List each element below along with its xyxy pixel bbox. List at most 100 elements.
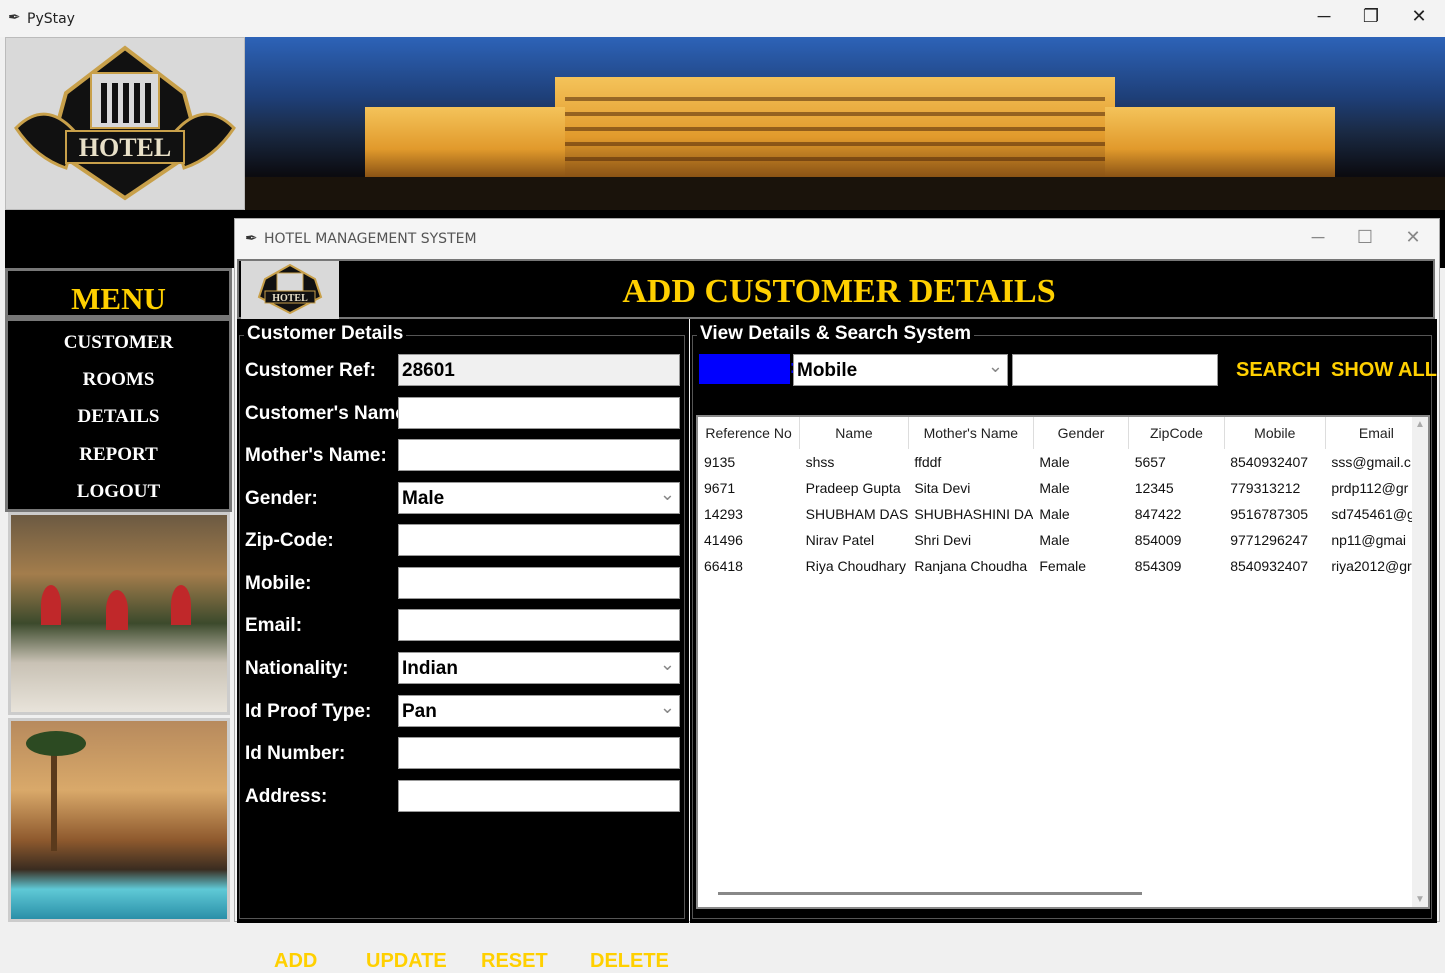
search-button[interactable]: SEARCH xyxy=(1236,359,1320,382)
delete-button[interactable]: DELETE xyxy=(590,950,669,973)
menu-rooms-button[interactable]: ROOMS xyxy=(8,369,229,391)
table-row[interactable]: 14293 SHUBHAM DAS SHUBHASHINI DA Male 84… xyxy=(698,501,1428,527)
table-cell: 779313212 xyxy=(1230,480,1301,496)
table-cell: 5657 xyxy=(1134,454,1166,470)
table-row[interactable]: 9135 shss ffddf Male 5657 8540932407 sss… xyxy=(698,449,1428,475)
child-titlebar: ✒ HOTEL MANAGEMENT SYSTEM ─ ☐ ✕ xyxy=(235,219,1439,259)
child-maximize-button[interactable]: ☐ xyxy=(1350,227,1380,248)
table-row[interactable]: 9671 Pradeep Gupta Sita Devi Male 12345 … xyxy=(698,475,1428,501)
table-cell: 14293 xyxy=(704,506,743,522)
address-field[interactable] xyxy=(398,780,680,812)
mother-name-field[interactable] xyxy=(398,439,680,471)
id-proof-type-combobox[interactable]: Pan xyxy=(398,695,680,727)
menu-report-button[interactable]: REPORT xyxy=(8,444,229,466)
table-cell: 66418 xyxy=(704,558,743,574)
view-details-frame: View Details & Search System SearchBy: M… xyxy=(690,319,1437,923)
child-close-button[interactable]: ✕ xyxy=(1398,227,1428,248)
mother-name-label: Mother's Name: xyxy=(245,445,387,466)
menu-heading-text: MENU xyxy=(71,281,166,316)
email-label: Email: xyxy=(245,615,303,636)
table-cell: 8540932407 xyxy=(1230,558,1309,574)
menu-heading: MENU xyxy=(5,268,232,318)
table-cell: Shri Devi xyxy=(914,532,972,548)
menu-logout-button[interactable]: LOGOUT xyxy=(8,481,229,503)
resort-pool-image xyxy=(8,718,230,922)
customer-ref-field[interactable]: 28601 xyxy=(398,354,680,386)
hotel-banner-image xyxy=(245,37,1445,210)
column-header[interactable]: Mother's Name xyxy=(908,417,1034,449)
column-header[interactable]: ZipCode xyxy=(1128,417,1225,449)
table-cell: Pradeep Gupta xyxy=(805,480,901,496)
table-cell: Male xyxy=(1039,454,1070,470)
column-header[interactable]: Gender xyxy=(1033,417,1130,449)
maximize-button[interactable]: ❐ xyxy=(1356,6,1386,27)
hotel-management-window: ✒ HOTEL MANAGEMENT SYSTEM ─ ☐ ✕ HOTEL AD… xyxy=(234,218,1440,972)
header-bar: HOTEL ADD CUSTOMER DETAILS xyxy=(237,259,1435,319)
scroll-up-icon[interactable]: ▲ xyxy=(1415,419,1425,430)
reset-button[interactable]: RESET xyxy=(481,950,548,973)
restaurant-image xyxy=(8,512,230,715)
child-minimize-button[interactable]: ─ xyxy=(1303,227,1333,248)
customer-ref-label: Customer Ref: xyxy=(245,360,376,381)
table-cell: Male xyxy=(1039,480,1070,496)
zip-code-field[interactable] xyxy=(398,524,680,556)
table-cell: shss xyxy=(805,454,835,470)
menu-details-button[interactable]: DETAILS xyxy=(8,406,229,428)
mobile-label: Mobile: xyxy=(245,573,312,594)
table-row[interactable]: 66418 Riya Choudhary Ranjana Choudha Fem… xyxy=(698,553,1428,579)
table-cell: 12345 xyxy=(1134,480,1174,496)
customer-table[interactable]: Reference No Name Mother's Name Gender Z… xyxy=(696,415,1430,909)
email-field[interactable] xyxy=(398,609,680,641)
customer-name-field[interactable] xyxy=(398,397,680,429)
gender-label: Gender: xyxy=(245,488,318,509)
table-row[interactable]: 41496 Nirav Patel Shri Devi Male 854009 … xyxy=(698,527,1428,553)
search-by-combobox[interactable]: Mobile xyxy=(793,354,1008,386)
customer-details-frame: Customer Details Customer Ref: 28601 Cus… xyxy=(237,319,689,972)
nationality-combobox[interactable]: Indian xyxy=(398,652,680,684)
table-cell: 8540932407 xyxy=(1230,454,1309,470)
menu-customer-button[interactable]: CUSTOMER xyxy=(8,332,229,354)
table-cell: Riya Choudhary xyxy=(805,558,907,574)
id-proof-type-label: Id Proof Type: xyxy=(245,701,372,722)
scroll-down-icon[interactable]: ▼ xyxy=(1415,894,1425,905)
app-titlebar: ✒ PyStay ─ ❐ ✕ xyxy=(0,0,1445,37)
table-cell: Sita Devi xyxy=(914,480,971,496)
update-button[interactable]: UPDATE xyxy=(366,950,447,973)
table-cell: 854009 xyxy=(1134,532,1182,548)
customer-details-legend: Customer Details xyxy=(244,323,407,345)
table-cell: 9771296247 xyxy=(1230,532,1309,548)
page-title: ADD CUSTOMER DETAILS xyxy=(622,273,1056,310)
child-window-title: HOTEL MANAGEMENT SYSTEM xyxy=(264,231,477,247)
show-all-button[interactable]: SHOW ALL xyxy=(1331,359,1437,382)
address-label: Address: xyxy=(245,786,328,807)
table-cell: 847422 xyxy=(1134,506,1182,522)
header-logo-text: HOTEL xyxy=(272,293,308,304)
table-cell: SHUBHAM DAS xyxy=(805,506,909,522)
column-header[interactable]: Name xyxy=(799,417,909,449)
id-number-label: Id Number: xyxy=(245,743,346,764)
table-cell: 41496 xyxy=(704,532,743,548)
nationality-label: Nationality: xyxy=(245,658,349,679)
horizontal-scrollbar[interactable] xyxy=(718,892,1142,895)
table-cell: Male xyxy=(1039,506,1070,522)
table-cell: Female xyxy=(1039,558,1087,574)
hotel-logo: HOTEL xyxy=(5,37,245,210)
table-cell: 9516787305 xyxy=(1230,506,1309,522)
minimize-button[interactable]: ─ xyxy=(1309,6,1339,27)
vertical-scrollbar[interactable]: ▲ ▼ xyxy=(1412,417,1428,907)
column-header[interactable]: Mobile xyxy=(1224,417,1326,449)
add-button[interactable]: ADD xyxy=(274,950,317,973)
gender-combobox[interactable]: Male xyxy=(398,482,680,514)
close-button[interactable]: ✕ xyxy=(1404,6,1434,27)
table-cell: 9135 xyxy=(704,454,736,470)
mobile-field[interactable] xyxy=(398,567,680,599)
search-input[interactable] xyxy=(1012,354,1218,386)
zip-code-label: Zip-Code: xyxy=(245,530,334,551)
search-by-label: SearchBy: xyxy=(699,354,796,384)
table-cell: 854309 xyxy=(1134,558,1182,574)
table-header-row: Reference No Name Mother's Name Gender Z… xyxy=(698,417,1428,449)
column-header[interactable]: Reference No xyxy=(698,417,801,449)
feather-icon: ✒ xyxy=(245,230,258,247)
app-title: PyStay xyxy=(27,11,75,27)
id-number-field[interactable] xyxy=(398,737,680,769)
